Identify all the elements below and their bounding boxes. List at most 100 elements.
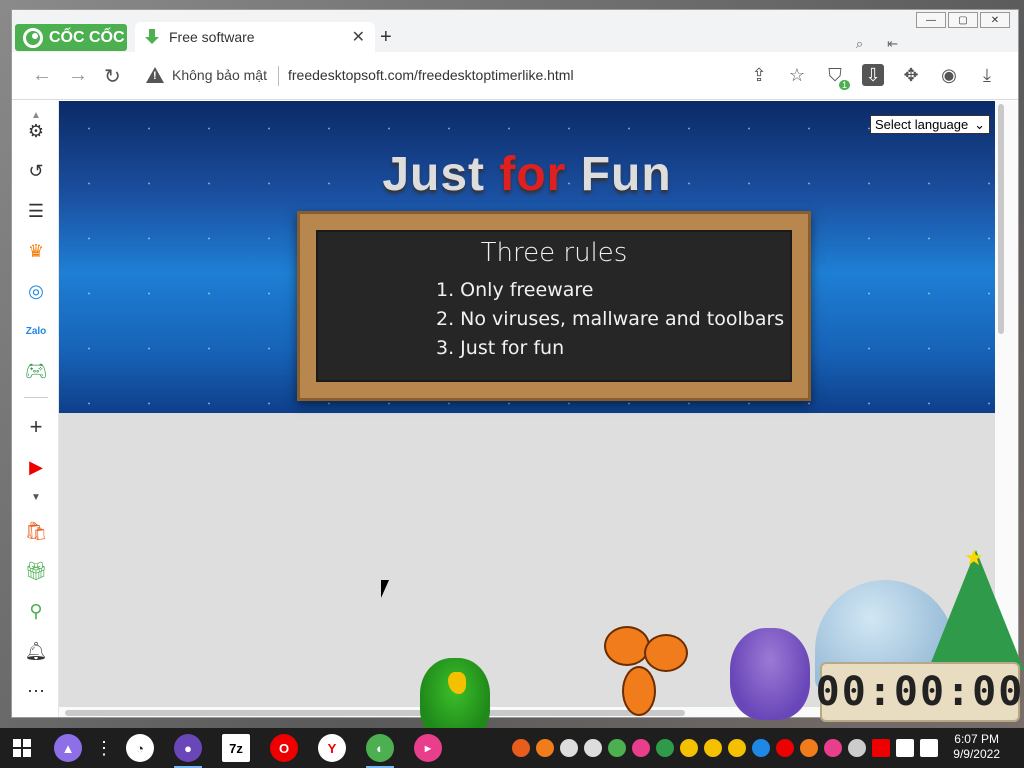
opera-icon: O (270, 734, 298, 762)
horizontal-scroll-thumb[interactable] (65, 710, 685, 716)
tray-app-icon[interactable] (512, 739, 530, 757)
notification-bell-icon[interactable]: 🔔︎ (24, 639, 48, 663)
taskbar: ▲ ⋮ ◔ ● 7z O Y ◐ ▶ 6:07 PM 9/9/2022 (0, 728, 1024, 768)
tree-star-icon: ★ (964, 545, 984, 570)
back-to-tab-icon[interactable]: ⇤ (887, 36, 898, 52)
tab-close-icon[interactable]: ✕ (352, 27, 365, 47)
profile-icon[interactable]: ◉ (938, 64, 960, 86)
sidebar: ▲ ⚙ ↺ ☰ ♛ ◎ Zalo 🎮︎ + ▶ ▼ 🛍︎ 🎁︎ ⚲ 🔔︎ ⋯ (12, 101, 59, 717)
system-tray (512, 728, 938, 768)
butterfly-mascot[interactable] (604, 626, 692, 722)
settings-gear-icon[interactable]: ⚙ (24, 119, 48, 143)
parrot-mascot[interactable] (420, 658, 490, 738)
volume-icon[interactable] (920, 739, 938, 757)
tray-flag-icon[interactable] (872, 739, 890, 757)
hero-banner: Just for Fun Three rules 1. Only freewar… (59, 101, 995, 413)
coccoc-menu-button[interactable]: CỐC CỐC (15, 24, 127, 51)
youtube-icon[interactable]: ▶ (24, 455, 48, 479)
tab-free-software[interactable]: Free software ✕ (135, 22, 375, 52)
tab-search-icon[interactable]: ⌕ (856, 36, 863, 52)
windows-logo-icon (13, 739, 31, 757)
desktop-timer[interactable]: 00:00:00 (816, 662, 1022, 722)
cortana-app[interactable]: ▲ (44, 728, 92, 768)
language-select[interactable]: Select language ⌄ (870, 115, 990, 134)
clock-time: 6:07 PM (954, 732, 999, 746)
tray-app-icon[interactable] (704, 739, 722, 757)
security-label: Không bảo mật (172, 67, 267, 83)
network-icon[interactable] (896, 739, 914, 757)
new-tab-button[interactable]: + (380, 26, 392, 49)
app-opera[interactable]: O (260, 728, 308, 768)
cortana-icon: ▲ (54, 734, 82, 762)
sidebar-expand-icon[interactable]: ▼ (24, 485, 48, 509)
brand-label: CỐC CỐC (49, 28, 125, 46)
tray-butterfly-icon[interactable] (536, 739, 554, 757)
extensions-puzzle-icon[interactable]: ✥ (900, 64, 922, 86)
tray-search-icon[interactable] (800, 739, 818, 757)
hero-title-for: for (499, 148, 567, 201)
share-icon[interactable]: ⇪ (748, 64, 770, 86)
rewards-icon[interactable]: 🎁︎ (24, 559, 48, 583)
maps-pin-icon[interactable]: ⚲ (24, 599, 48, 623)
vertical-scroll-thumb[interactable] (998, 104, 1004, 334)
reload-icon[interactable]: ↻ (104, 64, 121, 89)
tray-app-icon[interactable] (728, 739, 746, 757)
taskbar-clock[interactable]: 6:07 PM 9/9/2022 (953, 732, 1000, 762)
app-fast-video[interactable]: ▶ (404, 728, 452, 768)
download-video-icon[interactable]: ⇩ (862, 64, 884, 86)
zalo-icon[interactable]: Zalo (24, 319, 48, 343)
adblock-shield-icon[interactable]: ⛉ 1 (824, 64, 850, 90)
add-sidebar-item-icon[interactable]: + (24, 414, 48, 439)
tray-app-icon[interactable] (848, 739, 866, 757)
start-button[interactable] (0, 728, 44, 768)
app-yandex[interactable]: Y (308, 728, 356, 768)
maximize-button[interactable]: ▢ (948, 12, 978, 28)
bonzi-mascot[interactable] (730, 628, 810, 720)
app-coccoc[interactable]: ◐ (356, 728, 404, 768)
crown-icon[interactable]: ♛ (24, 239, 48, 263)
tab-title: Free software (169, 29, 255, 45)
messenger-icon[interactable]: ◎ (24, 279, 48, 303)
history-icon[interactable]: ↺ (24, 159, 48, 183)
more-options-icon[interactable]: ⋯ (24, 679, 48, 703)
app-clock-tool[interactable]: ◔ (116, 728, 164, 768)
tray-snowflake-icon[interactable] (560, 739, 578, 757)
chevron-down-icon: ⌄ (974, 116, 985, 132)
bonzi-icon: ● (174, 734, 202, 762)
reading-list-icon[interactable]: ☰ (24, 199, 48, 223)
toolbar-icons: ⇪ ☆ ⛉ 1 ⇩ ✥ ◉ ⤓ (748, 64, 998, 90)
chalkboard-surface: Three rules 1. Only freeware 2. No virus… (316, 230, 792, 382)
tray-app-icon[interactable] (632, 739, 650, 757)
hero-title-fun: Fun (566, 148, 672, 201)
rules-list: 1. Only freeware 2. No viruses, mallware… (436, 276, 784, 363)
tray-app-icon[interactable] (824, 739, 842, 757)
hero-title-just: Just (382, 148, 500, 201)
downloads-icon[interactable]: ⤓ (976, 64, 998, 86)
app-bonzi[interactable]: ● (164, 728, 212, 768)
parrot-beak (448, 672, 466, 694)
monkey-clock-icon: ◔ (126, 734, 154, 762)
tray-tree-icon[interactable] (656, 739, 674, 757)
coccoc-taskbar-icon: ◐ (366, 734, 394, 762)
forward-arrow-icon[interactable]: → (68, 64, 88, 87)
shop-99-icon[interactable]: 🛍︎ (24, 519, 48, 543)
rule-item: 1. Only freeware (436, 279, 594, 301)
tray-app-icon[interactable] (608, 739, 626, 757)
minimize-button[interactable]: — (916, 12, 946, 28)
tray-app-icon[interactable] (752, 739, 770, 757)
security-indicator[interactable]: Không bảo mật (146, 67, 267, 83)
mouse-cursor-icon (381, 580, 389, 598)
tray-app-icon[interactable] (680, 739, 698, 757)
tab-bar: CỐC CỐC Free software ✕ + ⌕ ⇤ — ▢ ✕ (12, 10, 1018, 52)
back-arrow-icon[interactable]: ← (32, 64, 52, 87)
close-window-button[interactable]: ✕ (980, 12, 1010, 28)
7zip-icon: 7z (222, 734, 250, 762)
url-field[interactable]: freedesktopsoft.com/freedesktoptimerlike… (288, 67, 574, 83)
gamepad-icon[interactable]: 🎮︎ (24, 359, 48, 383)
taskbar-divider: ⋮ (95, 737, 113, 758)
tray-snowflake-icon[interactable] (584, 739, 602, 757)
app-7zip[interactable]: 7z (212, 728, 260, 768)
tray-app-icon[interactable] (776, 739, 794, 757)
bookmark-star-icon[interactable]: ☆ (786, 64, 808, 86)
butterfly-wing (644, 634, 688, 672)
